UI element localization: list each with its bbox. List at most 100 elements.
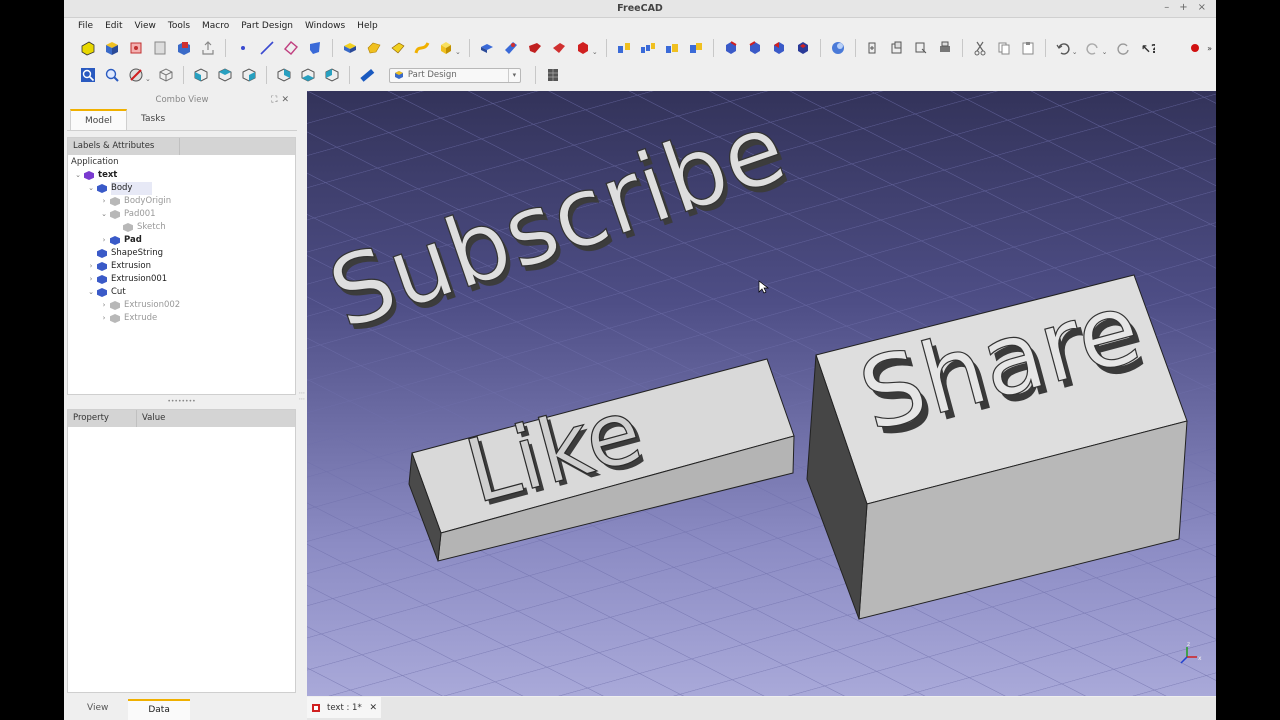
measure-icon[interactable] (358, 66, 376, 84)
print-icon[interactable] (936, 39, 954, 57)
undo-icon[interactable] (1054, 39, 1072, 57)
tree-column-labels[interactable]: Labels & Attributes (68, 138, 180, 155)
tree-item-cut[interactable]: ⌄ Cut (68, 286, 295, 299)
view-isometric-icon[interactable] (157, 66, 175, 84)
record-icon[interactable] (1186, 39, 1204, 57)
chevron-down-icon[interactable]: ⌄ (100, 208, 108, 221)
3d-viewport[interactable]: Subscribe Subscribe Like Like Share Shar… (307, 91, 1216, 696)
tree-item-extrusion001[interactable]: › Extrusion001 (68, 273, 295, 286)
menu-part-design[interactable]: Part Design (235, 21, 299, 31)
tab-model[interactable]: Model (70, 109, 128, 130)
refresh-icon[interactable] (1114, 39, 1132, 57)
tree-item-pad[interactable]: › Pad (68, 234, 295, 247)
menu-windows[interactable]: Windows (299, 21, 351, 31)
view-right-icon[interactable] (240, 66, 258, 84)
maximize-icon[interactable]: + (1179, 2, 1187, 13)
view-front-icon[interactable] (192, 66, 210, 84)
macro-stop-icon[interactable] (888, 39, 906, 57)
whats-this-icon[interactable]: ↖? (1138, 39, 1156, 57)
create-body-icon[interactable] (79, 39, 97, 57)
macros-icon[interactable] (912, 39, 930, 57)
draft-icon[interactable] (770, 39, 788, 57)
tree-item-extrusion002[interactable]: › Extrusion002 (68, 299, 295, 312)
toolbar-overflow-icon[interactable]: » (1207, 44, 1212, 53)
tree-column-extra[interactable] (180, 138, 292, 155)
datum-point-icon[interactable] (234, 39, 252, 57)
additive-box-icon[interactable] (437, 39, 455, 57)
thickness-icon[interactable] (794, 39, 812, 57)
menu-tools[interactable]: Tools (162, 21, 196, 31)
tree-item-extrude[interactable]: › Extrude (68, 312, 295, 325)
revolution-icon[interactable] (365, 39, 383, 57)
cut-icon[interactable] (971, 39, 989, 57)
close-panel-icon[interactable]: ✕ (281, 95, 293, 105)
tab-data[interactable]: Data (128, 699, 190, 720)
document-tab[interactable]: text : 1* ✕ (307, 697, 381, 718)
menu-view[interactable]: View (129, 21, 162, 31)
datum-plane-icon[interactable] (282, 39, 300, 57)
chevron-right-icon[interactable]: › (100, 312, 108, 325)
chevron-right-icon[interactable]: › (100, 299, 108, 312)
chevron-right-icon[interactable]: › (87, 260, 95, 273)
boolean-icon[interactable] (829, 39, 847, 57)
tree-item-bodyorigin[interactable]: › BodyOrigin (68, 195, 295, 208)
menu-edit[interactable]: Edit (99, 21, 128, 31)
chevron-down-icon[interactable]: ⌄ (74, 169, 82, 182)
view-top-icon[interactable] (216, 66, 234, 84)
menu-macro[interactable]: Macro (196, 21, 235, 31)
panel-splitter[interactable]: •••••••• (67, 397, 296, 407)
macro-record-icon[interactable] (864, 39, 882, 57)
tree-item-text[interactable]: ⌄ text (68, 169, 295, 182)
fillet-icon[interactable] (722, 39, 740, 57)
subtractive-box-icon[interactable] (574, 39, 592, 57)
view-rear-icon[interactable] (275, 66, 293, 84)
tree-item-extrusion[interactable]: › Extrusion (68, 260, 295, 273)
chevron-down-icon[interactable]: ⌄ (87, 286, 95, 299)
additive-pipe-icon[interactable] (413, 39, 431, 57)
tree-item-shapestring[interactable]: ShapeString (68, 247, 295, 260)
property-column-name[interactable]: Property (68, 410, 137, 427)
tab-view[interactable]: View (67, 699, 128, 720)
linear-pattern-icon[interactable] (639, 39, 657, 57)
menu-help[interactable]: Help (351, 21, 384, 31)
pad-icon[interactable] (341, 39, 359, 57)
pocket-icon[interactable] (478, 39, 496, 57)
mirrored-icon[interactable] (615, 39, 633, 57)
multi-transform-icon[interactable] (687, 39, 705, 57)
chevron-right-icon[interactable]: › (87, 273, 95, 286)
chevron-down-icon[interactable]: ⌄ (87, 182, 95, 195)
create-part-icon[interactable] (103, 39, 121, 57)
minimize-icon[interactable]: – (1164, 2, 1169, 13)
shape-binder-icon[interactable] (175, 39, 193, 57)
menu-file[interactable]: File (72, 21, 99, 31)
hole-icon[interactable] (502, 39, 520, 57)
workbench-selector[interactable]: Part Design ▾ (388, 67, 521, 83)
spreadsheet-icon[interactable] (544, 66, 562, 84)
tree-item-body[interactable]: ⌄ Body (68, 182, 295, 195)
subtractive-loft-icon[interactable] (550, 39, 568, 57)
create-clone-icon[interactable] (151, 39, 169, 57)
groove-icon[interactable] (526, 39, 544, 57)
view-bottom-icon[interactable] (299, 66, 317, 84)
create-group-icon[interactable] (127, 39, 145, 57)
fit-selection-icon[interactable] (103, 66, 121, 84)
redo-icon[interactable] (1084, 39, 1102, 57)
close-tab-icon[interactable]: ✕ (369, 703, 377, 713)
export-icon[interactable] (199, 39, 217, 57)
tab-tasks[interactable]: Tasks (127, 109, 179, 130)
float-icon[interactable]: ⛶ (271, 95, 281, 105)
dock-resize-handle[interactable]: ⋮⋮ (298, 390, 305, 420)
fit-all-icon[interactable] (79, 66, 97, 84)
view-left-icon[interactable] (323, 66, 341, 84)
tree-item-pad001[interactable]: ⌄ Pad001 (68, 208, 295, 221)
additive-loft-icon[interactable] (389, 39, 407, 57)
draw-style-icon[interactable] (127, 66, 145, 84)
chevron-right-icon[interactable]: › (100, 234, 108, 247)
chevron-right-icon[interactable]: › (100, 195, 108, 208)
copy-icon[interactable] (995, 39, 1013, 57)
property-column-value[interactable]: Value (137, 410, 295, 427)
polar-pattern-icon[interactable] (663, 39, 681, 57)
local-cs-icon[interactable] (306, 39, 324, 57)
chamfer-icon[interactable] (746, 39, 764, 57)
datum-line-icon[interactable] (258, 39, 276, 57)
